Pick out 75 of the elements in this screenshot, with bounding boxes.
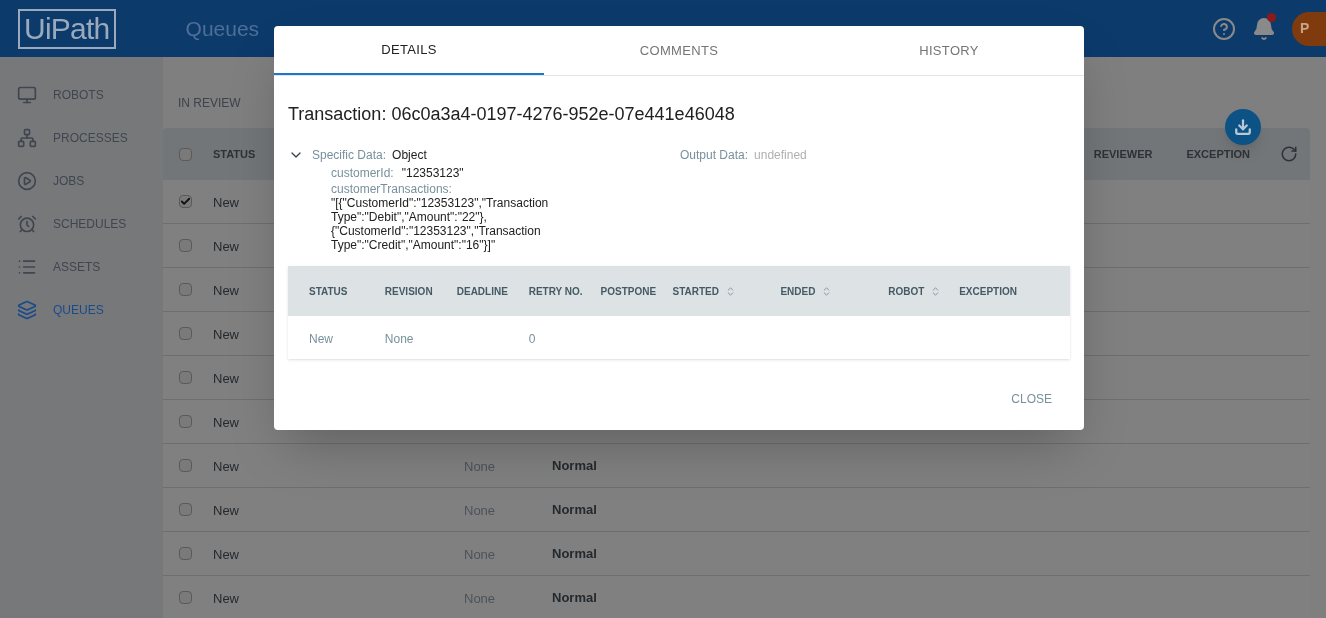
field-value: Object	[392, 147, 427, 164]
sidebar-item[interactable]: QUEUES	[0, 288, 163, 331]
column-header[interactable]: STARTED	[672, 283, 719, 299]
row-checkbox[interactable]	[179, 195, 192, 208]
sidebar-item[interactable]: ROBOTS	[0, 73, 163, 116]
sidebar-item[interactable]: JOBS	[0, 159, 163, 202]
row-checkbox[interactable]	[179, 239, 192, 252]
sidebar-item[interactable]: PROCESSES	[0, 116, 163, 159]
column-header[interactable]: REVIEWER	[1093, 145, 1153, 163]
table-cell: New	[213, 590, 239, 606]
column-header: RETRY NO.	[528, 284, 583, 299]
table-cell: New	[213, 194, 239, 210]
column-header[interactable]: ENDED	[780, 283, 816, 299]
logo[interactable]: UiPath	[18, 8, 116, 49]
table-cell: New	[213, 458, 239, 474]
field-label: Output Data:	[680, 147, 749, 164]
dialog-tab[interactable]: COMMENTS	[544, 26, 814, 75]
view-tab[interactable]: IN REVIEW	[178, 94, 241, 112]
row-checkbox[interactable]	[179, 283, 192, 296]
help-icon[interactable]	[1212, 16, 1236, 41]
row-checkbox[interactable]	[179, 503, 192, 516]
table-cell: New	[213, 282, 239, 298]
sidebar-item[interactable]: ASSETS	[0, 245, 163, 288]
row-checkbox[interactable]	[179, 327, 192, 340]
breadcrumb-link[interactable]: Queues	[185, 12, 260, 45]
column-header[interactable]: EXCEPTION	[1186, 145, 1250, 163]
play-icon	[17, 170, 37, 191]
field-value: "12353123"	[401, 166, 465, 180]
row-checkbox[interactable]	[179, 547, 192, 560]
table-cell: New	[213, 370, 239, 386]
download-icon	[1234, 118, 1252, 136]
monitor-icon	[17, 84, 37, 105]
table-cell: 0	[528, 331, 536, 346]
download-button[interactable]	[1225, 109, 1261, 145]
column-header[interactable]: ROBOT	[888, 283, 925, 299]
dialog-title: Transaction: 06c0a3a4-0197-4276-952e-07e441e46048	[288, 103, 736, 126]
row-checkbox[interactable]	[179, 415, 192, 428]
table-cell-text: Normal	[552, 500, 597, 519]
table-cell: New	[213, 326, 239, 342]
table-cell: New	[213, 238, 239, 254]
hierarchy-icon	[17, 127, 37, 148]
row-checkbox[interactable]	[179, 371, 192, 384]
alarm-clock-icon	[17, 213, 37, 234]
bell-icon	[1252, 16, 1276, 41]
column-header: POSTPONE	[600, 284, 657, 299]
table-cell: New	[213, 546, 239, 562]
field-label: customerId:	[331, 166, 394, 180]
table-cell: New	[309, 331, 333, 346]
column-header: STATUS	[309, 284, 348, 299]
select-all-checkbox[interactable]	[179, 147, 192, 161]
column-header: EXCEPTION	[959, 284, 1017, 299]
table-cell-text: Normal	[552, 588, 597, 607]
refresh-icon[interactable]	[1280, 145, 1298, 163]
column-header: DEADLINE	[456, 284, 508, 299]
notification-button[interactable]	[1252, 16, 1276, 41]
row-checkbox[interactable]	[179, 459, 192, 472]
stack-icon	[17, 299, 37, 320]
dialog-tab[interactable]: HISTORY	[814, 26, 1084, 75]
row-checkbox[interactable]	[179, 591, 192, 604]
close-button[interactable]: CLOSE	[1003, 386, 1060, 412]
table-cell: New	[213, 502, 239, 518]
sidebar-item[interactable]: SCHEDULES	[0, 202, 163, 245]
sort-icon[interactable]	[725, 285, 736, 297]
user-avatar[interactable]: P	[1292, 11, 1326, 46]
field-label: customerTransactions:	[331, 182, 452, 196]
table-cell-text: Normal	[552, 456, 597, 475]
column-header: REVISION	[384, 284, 433, 299]
dialog-tab[interactable]: DETAILS	[274, 26, 544, 75]
field-value: undefined	[754, 147, 807, 164]
table-cell: New	[213, 414, 239, 430]
table-cell: None	[384, 331, 414, 346]
field-value: "[{"CustomerId":"12353123","Transaction Type":"Debit","Amount":"22"},{"CustomerId":"12353123","Transaction Type":"Credit","Amount":"16"}]"	[331, 196, 550, 252]
field-label: Specific Data:	[312, 147, 387, 164]
table-cell-text: Normal	[552, 544, 597, 563]
column-header[interactable]: STATUS	[213, 145, 256, 163]
